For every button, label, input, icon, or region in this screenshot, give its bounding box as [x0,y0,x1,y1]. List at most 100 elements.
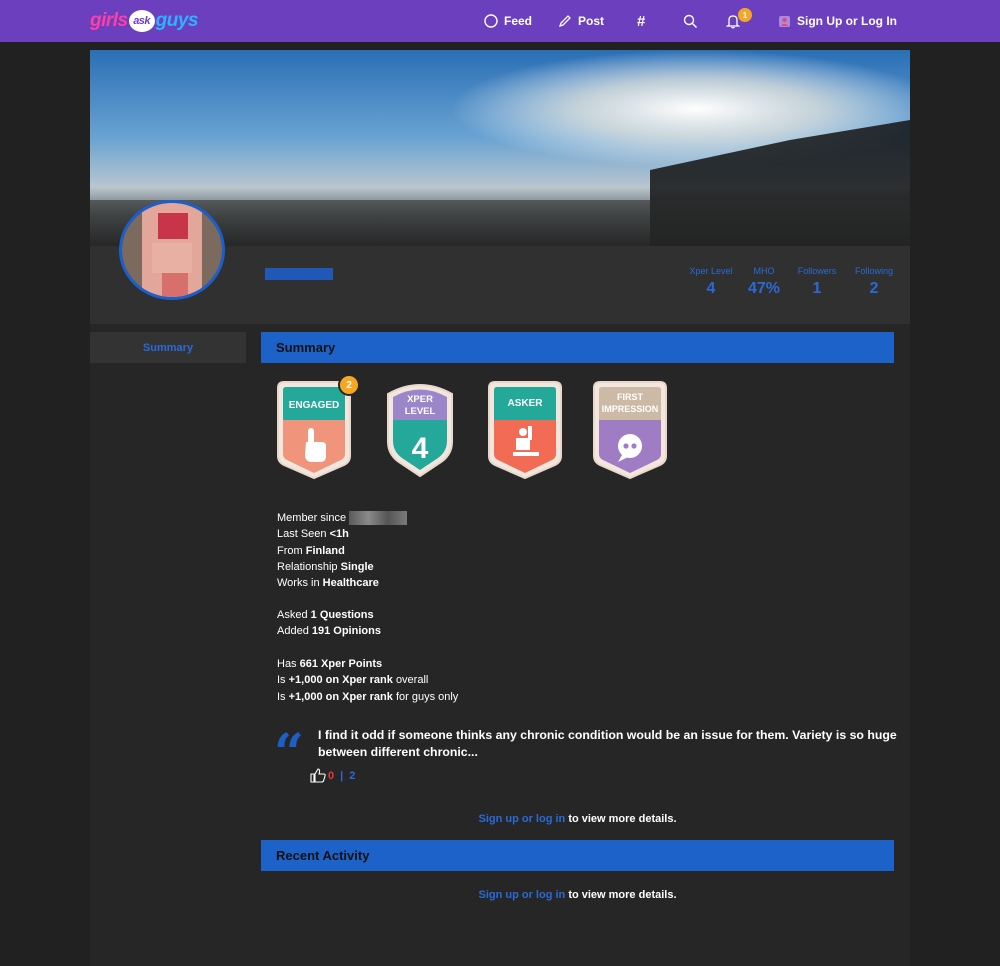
site-logo[interactable]: girls ask guys [90,8,198,34]
stat-label: Followers [797,266,837,276]
badge-first-impression[interactable]: FIRST IMPRESSION [588,380,672,480]
featured-opinion-text[interactable]: I find it odd if someone thinks any chro… [318,727,898,761]
nav-post-label: Post [578,14,605,28]
badge-asker[interactable]: ASKER [483,380,567,480]
added-row: Added 191 Opinions [277,623,381,639]
logo-part-girls: girls [90,10,128,31]
profile-page: Xper Level 4 MHO 47% Followers 1 Followi… [90,50,910,966]
rank-guys-row: Is +1,000 on Xper rank for guys only [277,689,458,705]
last-seen-row: Last Seen <1h [277,526,407,542]
nav-hashtag[interactable]: # [637,0,645,42]
pencil-icon [558,15,571,28]
nav-signup-label: Sign Up or Log In [797,14,897,28]
rank-guys-suffix: for guys only [395,690,459,703]
recent-signup-link[interactable]: Sign up or log in [478,889,565,901]
profile-info-basic: Member since Last Seen <1h From Finland … [277,510,408,591]
badge-xper-shield: XPER LEVEL 4 [387,384,453,478]
stat-mho[interactable]: MHO 47% [742,266,786,298]
stat-followers[interactable]: Followers 1 [794,266,840,298]
recent-signup-prompt: Sign up or log in to view more details. [261,889,894,901]
downvote-count: 0 [328,769,335,782]
cover-photo [90,50,910,246]
user-icon [779,15,790,27]
badge-first-impression-shield: FIRST IMPRESSION [593,381,667,480]
profile-info-xper: Has 661 Xper Points Is +1,000 on Xper ra… [277,656,458,705]
stat-value: 4 [706,280,716,297]
badge-xper-number: 4 [412,432,429,465]
last-seen-label: Last Seen [277,528,327,541]
nav-signup-button[interactable]: Sign Up or Log In [778,0,897,42]
badge-xper-level[interactable]: XPER LEVEL 4 [378,380,462,480]
from-row: From Finland [277,543,407,559]
logo-part-guys: guys [155,10,199,31]
badge-asker-shield: ASKER [488,381,562,480]
works-value: Healthcare [322,577,379,590]
summary-heading: Summary [261,332,894,363]
thumbs-up-icon[interactable] [310,768,326,783]
member-since-label: Member since [277,512,347,524]
nav-search[interactable] [683,0,704,42]
nav-feed-label: Feed [504,14,533,28]
cover-photo-image [90,50,910,246]
stat-label: MHO [753,266,775,276]
from-label: From [277,544,303,557]
username-redacted [265,268,333,280]
nav-feed[interactable]: Feed [484,0,532,42]
avatar [119,200,225,300]
from-value: Finland [305,544,345,557]
nav-post[interactable]: Post [558,0,604,42]
rank-overall-row: Is +1,000 on Xper rank overall [277,672,458,688]
notification-count-badge: 1 [738,8,752,22]
stat-value: 2 [869,280,879,297]
rank-overall-value: +1,000 on Xper rank [288,674,393,687]
badge-engaged-count: 2 [338,374,360,396]
asked-row: Asked 1 Questions [277,607,381,623]
badge-engaged-shield: ENGAGED [277,381,351,480]
xper-points-value: 661 Xper Points [299,658,383,670]
recent-signup-suffix: to view more details. [568,889,677,901]
vote-separator: | [340,769,344,782]
asked-label: Asked [277,609,308,621]
works-label: Works in [277,577,320,590]
avatar-image [122,203,222,297]
rank-guys-label: Is [277,690,286,703]
badge-engaged-title: ENGAGED [289,400,340,411]
badge-asker-title: ASKER [507,398,543,409]
relationship-row: Relationship Single [277,559,407,575]
xper-points-row: Has 661 Xper Points [277,656,458,672]
badge-xper-title-line1: XPER [407,394,433,405]
relationship-value: Single [340,560,374,573]
logo-part-ask: ask [128,10,155,32]
summary-signup-suffix: to view more details. [568,813,677,825]
badge-engaged[interactable]: ENGAGED 2 [272,374,360,480]
summary-signup-link[interactable]: Sign up or log in [478,813,565,825]
stat-value: 1 [812,280,822,297]
quote-icon: “ [274,723,304,784]
profile-info-activity: Asked 1 Questions Added 191 Opinions [277,607,381,640]
feed-icon [484,14,498,28]
upvote-count: 2 [349,769,356,782]
works-row: Works in Healthcare [277,575,407,591]
added-label: Added [277,625,309,638]
rank-guys-value: +1,000 on Xper rank [288,690,393,703]
stat-value: 47% [747,280,781,297]
rank-overall-suffix: overall [395,674,429,687]
stat-following[interactable]: Following 2 [850,266,898,298]
stat-label: Following [854,266,894,276]
stat-label: Xper Level [689,266,733,276]
search-icon [683,14,698,28]
hashtag-icon: # [637,12,646,30]
recent-activity-heading: Recent Activity [261,840,894,871]
rank-overall-label: Is [277,674,286,687]
added-value: 191 Opinions [311,625,381,638]
summary-signup-prompt: Sign up or log in to view more details. [261,813,894,825]
member-since-row: Member since [277,510,408,526]
stat-xper-level[interactable]: Xper Level 4 [686,266,736,298]
badge-first-title-line2: IMPRESSION [602,404,659,414]
badge-first-title-line1: FIRST [617,392,644,402]
has-label: Has [277,658,297,670]
asked-value: 1 Questions [310,609,374,621]
sidebar-tab-summary[interactable]: Summary [90,332,246,363]
opinion-votes: 0 | 2 [310,768,355,783]
badge-xper-title-line2: LEVEL [405,406,436,417]
